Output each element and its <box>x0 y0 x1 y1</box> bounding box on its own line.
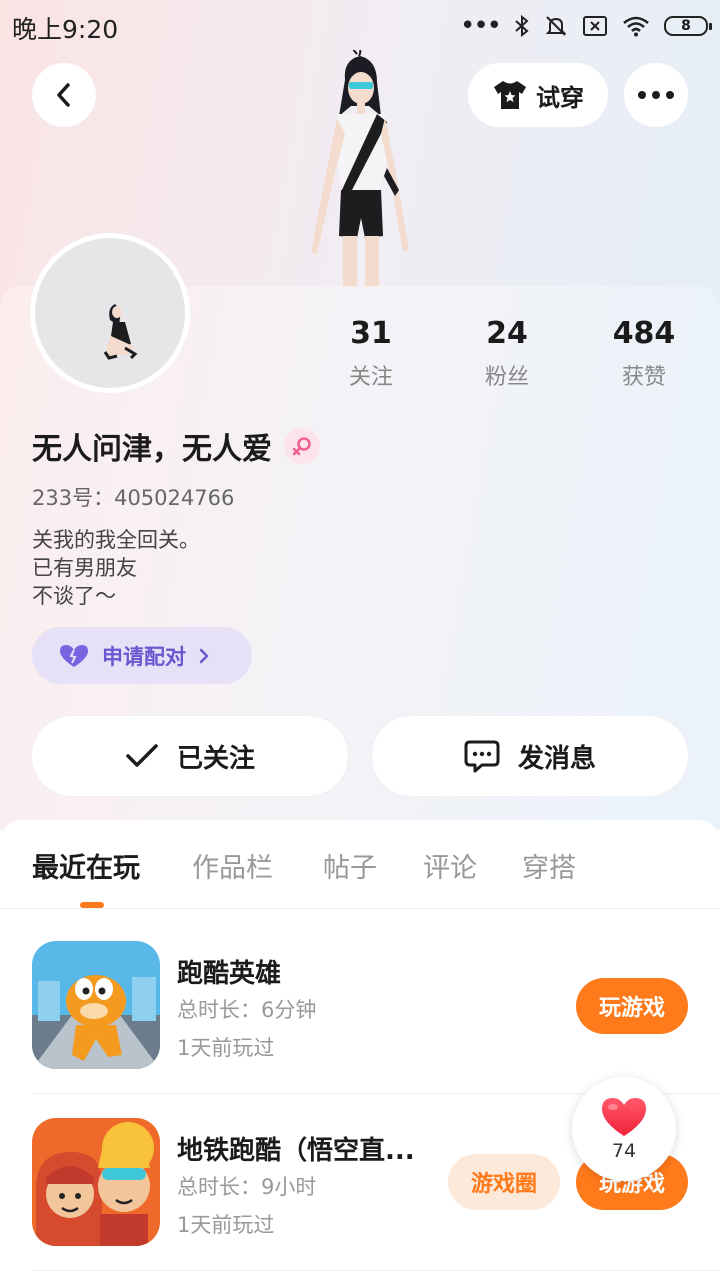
avatar-image <box>35 238 185 388</box>
tab-bar: 最近在玩 作品栏 帖子 评论 穿搭 <box>0 820 720 908</box>
notification-dots-icon: ••• <box>459 11 502 41</box>
stat-following-count: 31 <box>350 316 392 351</box>
try-on-button[interactable]: 试穿 <box>468 63 608 127</box>
game-title: 跑酷英雄 <box>177 959 282 989</box>
game-icon-parkour-hero <box>32 941 160 1069</box>
stat-followers[interactable]: 24 粉丝 <box>452 316 562 391</box>
chat-bubble-icon <box>464 740 500 773</box>
mute-bell-icon <box>545 16 567 36</box>
followed-button[interactable]: 已关注 <box>32 716 348 796</box>
status-bar: 晚上9:20 ••• 8 <box>0 0 720 52</box>
followed-label: 已关注 <box>176 743 255 774</box>
more-options-button[interactable] <box>624 63 688 127</box>
nickname: 无人问津，无人爱 <box>32 432 272 467</box>
bluetooth-icon <box>515 14 529 38</box>
stat-followers-count: 24 <box>486 316 528 351</box>
status-icons: ••• 8 <box>459 10 712 42</box>
game-last-played: 1天前玩过 <box>177 1213 275 1237</box>
wifi-icon <box>623 16 649 37</box>
tab-works[interactable]: 作品栏 <box>192 846 273 885</box>
game-duration: 总时长：6分钟 <box>177 998 317 1022</box>
send-message-button[interactable]: 发消息 <box>372 716 688 796</box>
apply-pair-button[interactable]: 申请配对 <box>32 627 252 684</box>
battery-level: 8 <box>681 18 691 34</box>
sim-off-icon <box>583 16 607 36</box>
row-divider <box>32 1270 720 1271</box>
tab-outfits[interactable]: 穿搭 <box>522 846 576 885</box>
bio-line: 不谈了～ <box>32 584 116 608</box>
tshirt-icon <box>494 81 526 109</box>
back-button[interactable] <box>32 63 96 127</box>
user-id: 233号：405024766 <box>32 486 235 510</box>
play-game-button[interactable]: 玩游戏 <box>576 978 688 1034</box>
tab-posts[interactable]: 帖子 <box>323 846 377 885</box>
game-last-played: 1天前玩过 <box>177 1036 275 1060</box>
try-on-label: 试穿 <box>536 83 584 112</box>
game-icon-subway-surfers <box>32 1118 160 1246</box>
like-float-button[interactable]: 74 <box>572 1077 676 1181</box>
chevron-right-icon <box>199 648 209 663</box>
tab-recently-played[interactable]: 最近在玩 <box>32 846 140 885</box>
stat-following[interactable]: 31 关注 <box>316 316 426 391</box>
avatar[interactable] <box>30 233 190 393</box>
game-circle-label: 游戏圈 <box>470 1172 537 1197</box>
bio-line: 关我的我全回关。 <box>32 528 200 552</box>
play-game-label: 玩游戏 <box>598 996 665 1021</box>
game-duration: 总时长：9小时 <box>177 1175 317 1199</box>
send-message-label: 发消息 <box>517 743 596 774</box>
tab-comments[interactable]: 评论 <box>423 846 477 885</box>
stat-likes[interactable]: 484 获赞 <box>589 316 699 391</box>
heart-icon <box>602 1098 646 1136</box>
avatar-3d-figure <box>311 50 409 288</box>
chevron-left-icon <box>57 83 70 107</box>
more-dots-icon <box>638 91 674 99</box>
nickname-row: 无人问津，无人爱 <box>32 424 320 468</box>
female-gender-icon <box>284 428 320 464</box>
status-time: 晚上9:20 <box>12 15 119 44</box>
stat-following-label: 关注 <box>348 365 393 390</box>
battery-icon: 8 <box>664 16 712 36</box>
like-count: 74 <box>611 1140 637 1162</box>
game-title: 地铁跑酷（悟空直... <box>177 1136 415 1166</box>
tabs-divider <box>0 908 720 909</box>
bio-line: 已有男朋友 <box>32 556 137 580</box>
bio: 关我的我全回关。 已有男朋友 不谈了～ <box>32 526 200 610</box>
stat-followers-label: 粉丝 <box>484 365 529 390</box>
stat-likes-label: 获赞 <box>621 365 666 390</box>
check-icon <box>126 744 158 767</box>
heart-pair-icon <box>60 644 88 667</box>
apply-pair-label: 申请配对 <box>102 644 186 669</box>
stat-likes-count: 484 <box>612 316 676 351</box>
game-circle-button[interactable]: 游戏圈 <box>448 1154 560 1210</box>
avatar-figure-icon <box>103 304 138 360</box>
